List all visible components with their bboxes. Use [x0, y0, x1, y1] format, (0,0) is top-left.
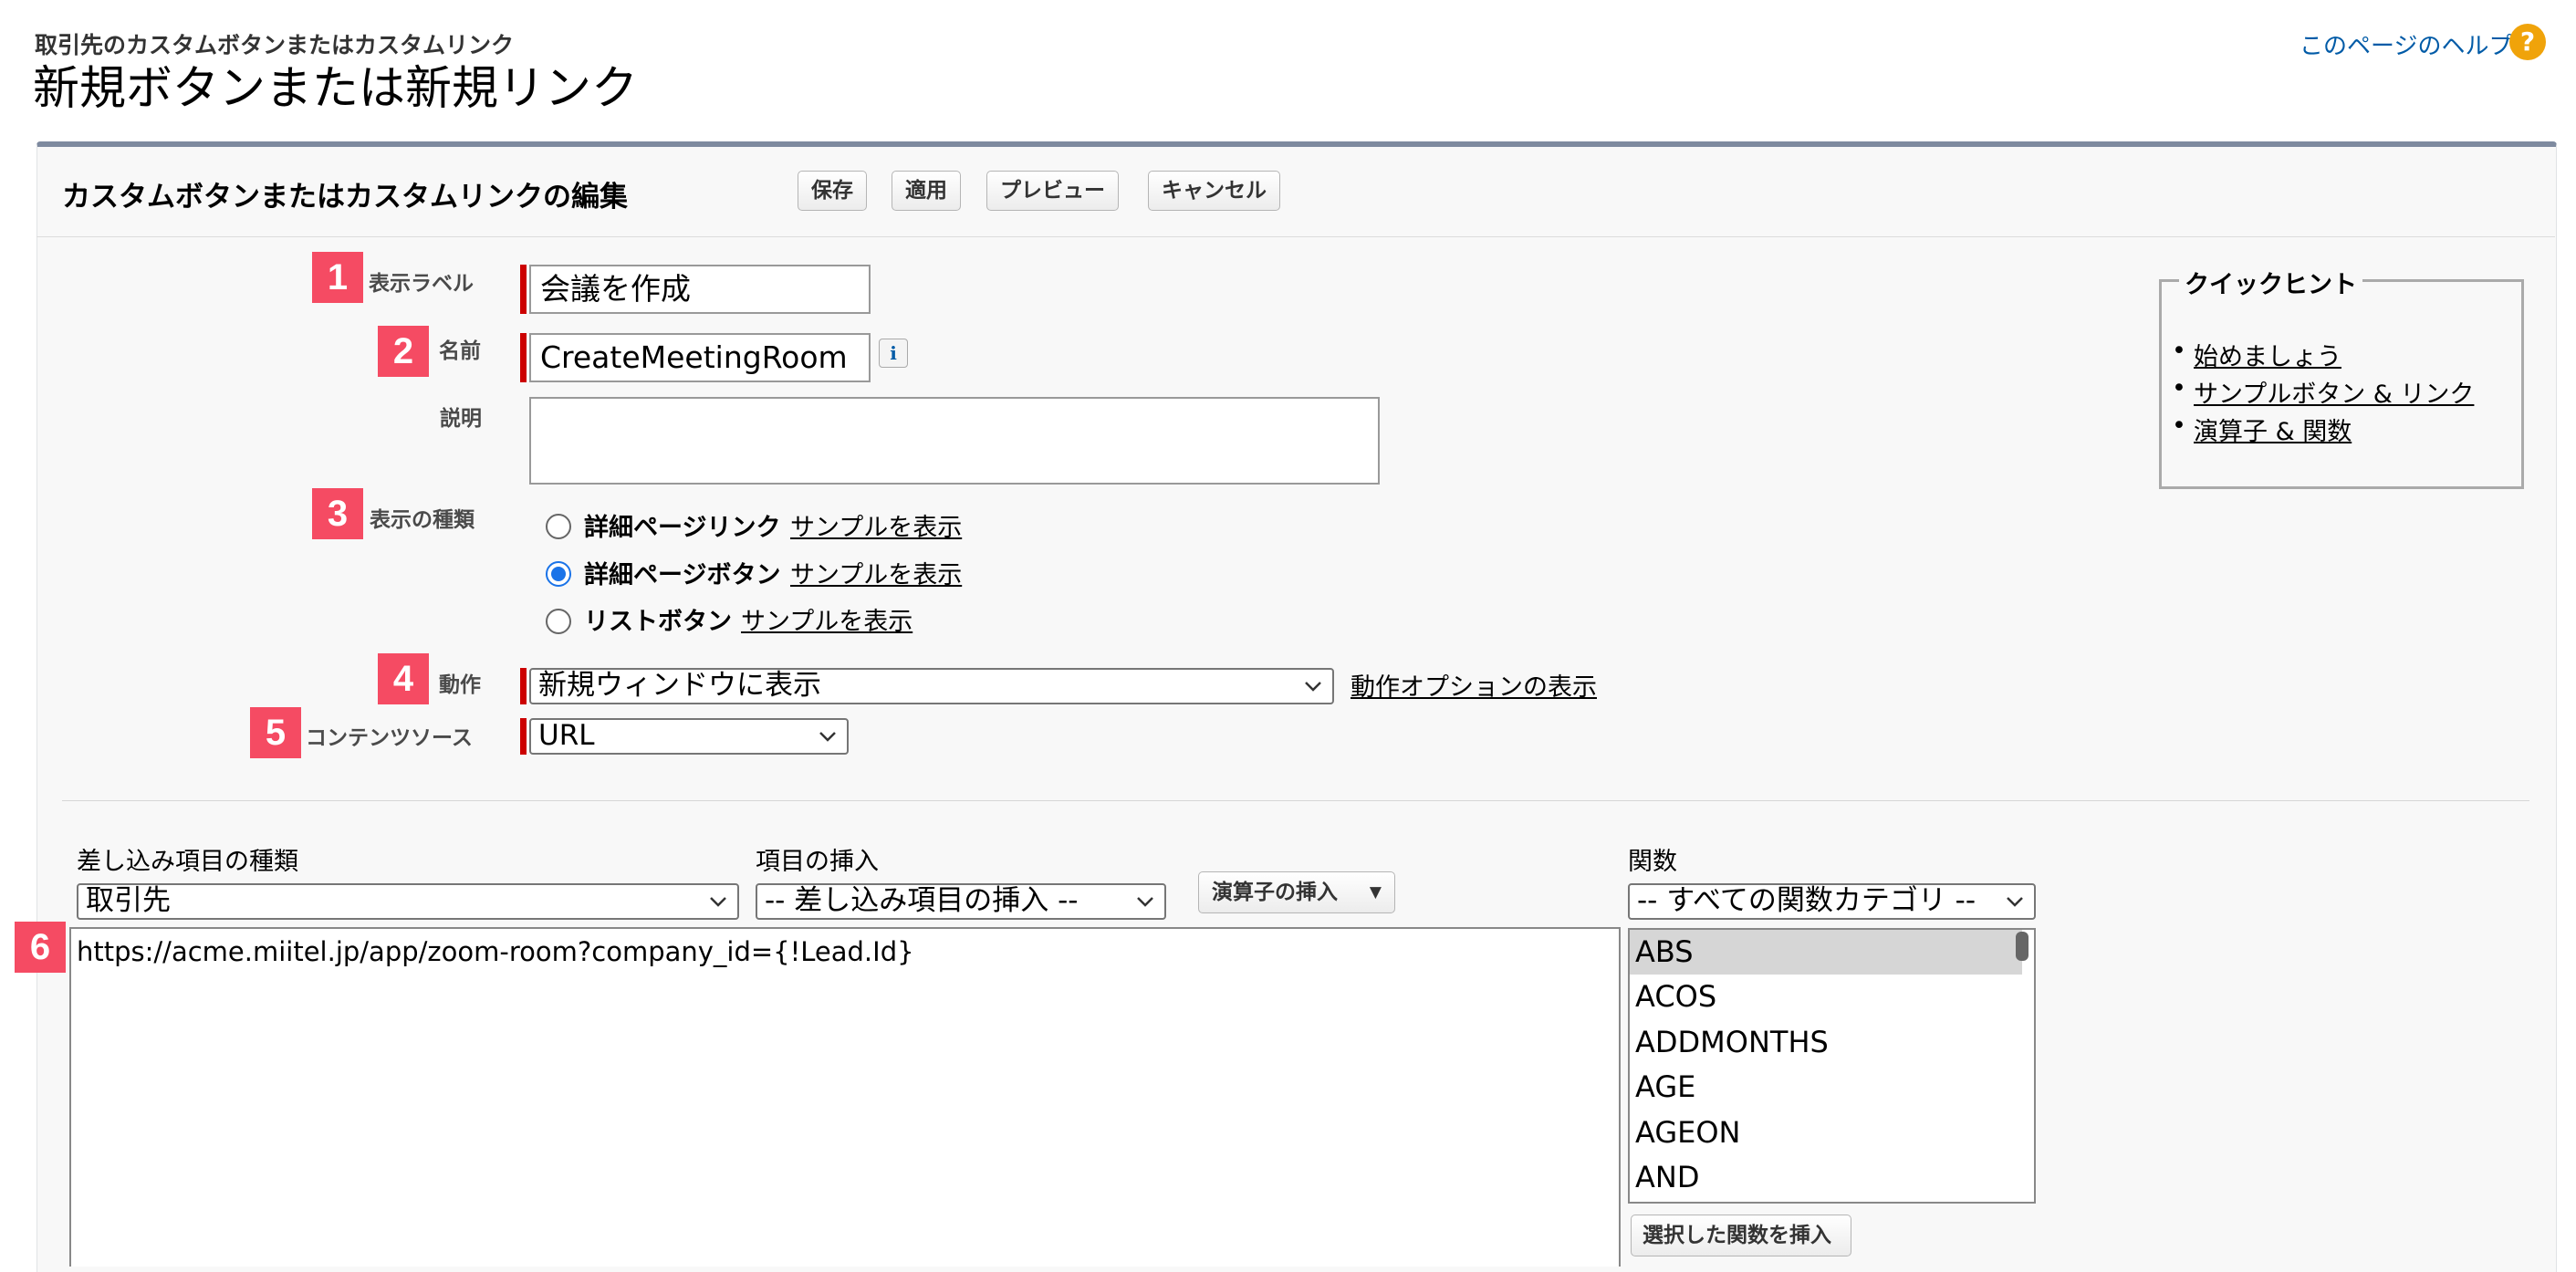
- radio-detail-link-label: 詳細ページリンク: [584, 514, 781, 542]
- function-item-ageon[interactable]: AGEON: [1630, 1110, 2022, 1155]
- merge-field-type-label: 差し込み項目の種類: [77, 848, 298, 876]
- sample-link-detail-link[interactable]: サンプルを表示: [790, 507, 962, 543]
- insert-field-select[interactable]: -- 差し込み項目の挿入 --: [756, 883, 1166, 920]
- hint-sample-buttons-links[interactable]: サンプルボタン & リンク: [2172, 374, 2474, 410]
- merge-field-type-value: 取引先: [86, 884, 171, 917]
- content-source-label: コンテンツソース: [306, 726, 473, 750]
- step-badge-4: 4: [378, 653, 429, 704]
- function-item-abs[interactable]: ABS: [1630, 930, 2022, 975]
- radio-list-button-label: リストボタン: [584, 608, 732, 636]
- behavior-select[interactable]: 新規ウィンドウに表示: [529, 668, 1334, 704]
- quick-hints-title: クイックヒント: [2179, 265, 2362, 300]
- info-icon[interactable]: i: [879, 339, 908, 368]
- chevron-down-icon: [1305, 682, 1321, 692]
- required-marker: [520, 668, 527, 704]
- panel-title: カスタムボタンまたはカスタムリンクの編集: [62, 181, 628, 214]
- chevron-down-icon: [710, 897, 726, 907]
- hint-getting-started[interactable]: 始めましょう: [2172, 337, 2341, 372]
- radio-list-button[interactable]: [546, 609, 571, 634]
- behavior-options-link[interactable]: 動作オプションの表示: [1351, 667, 1597, 703]
- preview-button[interactable]: プレビュー: [986, 171, 1119, 211]
- merge-field-type-select[interactable]: 取引先: [77, 883, 739, 920]
- behavior-select-value: 新規ウィンドウに表示: [538, 669, 821, 702]
- sample-link-list-button[interactable]: サンプルを表示: [741, 601, 913, 637]
- required-marker: [520, 265, 527, 314]
- function-item-addmonths[interactable]: ADDMONTHS: [1630, 1020, 2022, 1065]
- content-source-value: URL: [538, 719, 595, 752]
- name-input[interactable]: CreateMeetingRoom: [529, 333, 871, 382]
- name-field-label: 名前: [439, 339, 481, 363]
- step-badge-2: 2: [378, 326, 429, 377]
- formula-textarea[interactable]: https://acme.miitel.jp/app/zoom-room?com…: [69, 927, 1621, 1267]
- chevron-down-icon: [1137, 897, 1153, 907]
- label-field-label: 表示ラベル: [369, 272, 474, 296]
- function-list-scrollbar[interactable]: [2016, 932, 2028, 961]
- required-marker: [520, 718, 527, 755]
- apply-button[interactable]: 適用: [892, 171, 961, 211]
- display-type-label: 表示の種類: [370, 508, 475, 532]
- function-item-acos[interactable]: ACOS: [1630, 975, 2022, 1019]
- sample-link-detail-button[interactable]: サンプルを表示: [790, 555, 962, 590]
- radio-detail-link[interactable]: [546, 514, 571, 539]
- chevron-down-icon: [819, 732, 836, 742]
- label-input[interactable]: 会議を作成: [529, 265, 871, 314]
- content-source-select[interactable]: URL: [529, 718, 849, 755]
- insert-field-value: -- 差し込み項目の挿入 --: [765, 884, 1079, 917]
- required-marker: [520, 333, 527, 382]
- insert-selected-function-button[interactable]: 選択した関数を挿入: [1631, 1215, 1851, 1256]
- help-icon[interactable]: ?: [2509, 24, 2546, 60]
- description-label: 説明: [440, 407, 482, 431]
- function-category-select[interactable]: -- すべての関数カテゴリ --: [1628, 883, 2036, 920]
- radio-detail-button-label: 詳細ページボタン: [584, 561, 781, 589]
- page-title: 新規ボタンまたは新規リンク: [33, 62, 639, 116]
- functions-label: 関数: [1628, 848, 1677, 876]
- step-badge-3: 3: [312, 488, 363, 539]
- function-item-and[interactable]: AND: [1630, 1155, 2022, 1200]
- step-badge-6: 6: [15, 922, 66, 973]
- description-textarea[interactable]: [529, 397, 1380, 485]
- function-item-age[interactable]: AGE: [1630, 1065, 2022, 1110]
- function-category-value: -- すべての関数カテゴリ --: [1637, 884, 1976, 917]
- save-button[interactable]: 保存: [798, 171, 867, 211]
- behavior-label: 動作: [439, 673, 481, 697]
- section-divider: [62, 800, 2529, 801]
- help-link[interactable]: このページのヘルプ: [2300, 27, 2512, 61]
- step-badge-5: 5: [250, 707, 301, 758]
- cancel-button[interactable]: キャンセル: [1148, 171, 1280, 211]
- radio-detail-button[interactable]: [546, 561, 571, 587]
- insert-operator-button[interactable]: 演算子の挿入: [1198, 871, 1395, 913]
- insert-field-label: 項目の挿入: [756, 848, 879, 876]
- hint-operators-functions[interactable]: 演算子 & 関数: [2172, 412, 2352, 447]
- chevron-down-icon: [2007, 897, 2023, 907]
- step-badge-1: 1: [312, 252, 363, 303]
